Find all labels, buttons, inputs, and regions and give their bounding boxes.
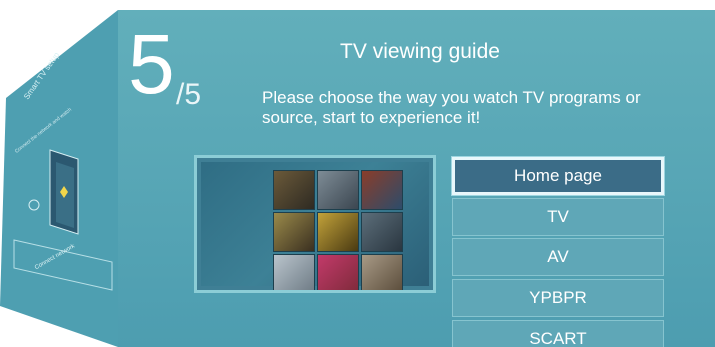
option-tv-button[interactable]: TV [452, 198, 664, 236]
tv-setup-screen: Smart TV setup Connect the network and w… [0, 0, 715, 347]
preview-thumbnail [273, 170, 315, 210]
preview-thumbnail [361, 212, 403, 252]
side-panel-shape [0, 10, 118, 347]
option-av-button[interactable]: AV [452, 238, 664, 276]
preview-image [194, 155, 436, 293]
preview-thumbnail [317, 170, 359, 210]
instructions: Please choose the way you watch TV progr… [262, 88, 641, 127]
preview-thumbnail [361, 254, 403, 290]
preview-thumbnail [273, 254, 315, 290]
preview-thumbnail [317, 212, 359, 252]
option-scart-button[interactable]: SCART [452, 320, 664, 347]
preview-thumbnail [317, 254, 359, 290]
preview-thumbnail [361, 170, 403, 210]
step-total: /5 [176, 78, 202, 111]
page-title: TV viewing guide [340, 40, 500, 63]
option-ypbpr-button[interactable]: YPBPR [452, 279, 664, 317]
previous-page-panel: Smart TV setup Connect the network and w… [0, 0, 120, 347]
option-home-page-button[interactable]: Home page [452, 157, 664, 195]
preview-thumbnail [273, 212, 315, 252]
preview-screen [201, 162, 429, 290]
step-number: 5 [128, 17, 175, 111]
